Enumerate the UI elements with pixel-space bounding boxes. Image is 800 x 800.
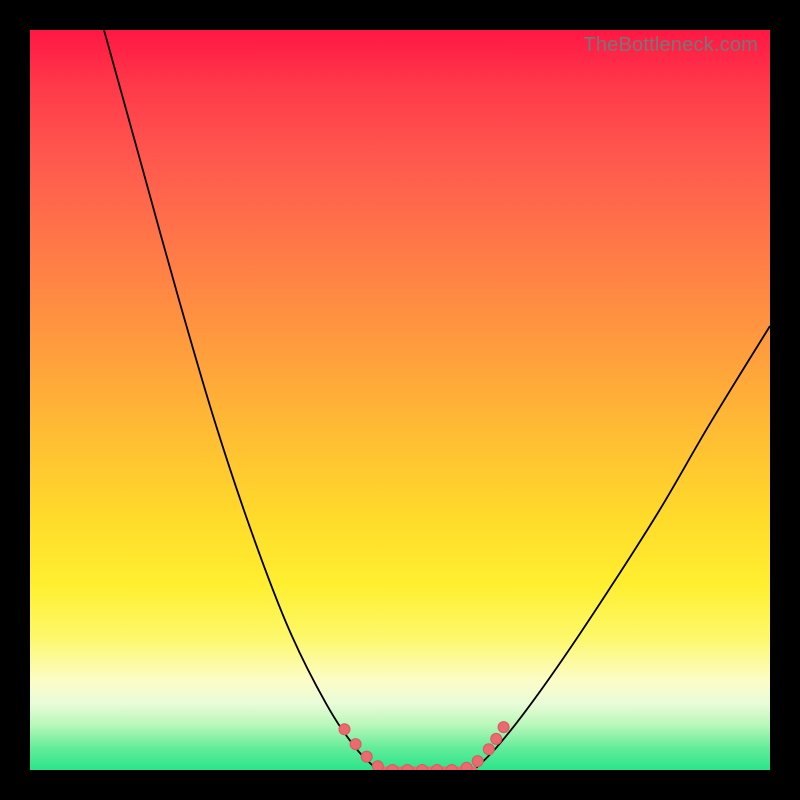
chart-svg [30, 30, 770, 770]
valley-marker [432, 765, 443, 771]
valley-markers [339, 722, 509, 770]
valley-marker [491, 733, 502, 744]
valley-marker [472, 756, 483, 767]
valley-marker [483, 744, 494, 755]
valley-marker [350, 739, 361, 750]
valley-marker [498, 722, 509, 733]
valley-marker [372, 761, 383, 770]
valley-marker [417, 765, 428, 771]
valley-marker [446, 765, 457, 771]
valley-marker [339, 724, 350, 735]
right-curve [474, 326, 770, 770]
valley-marker [361, 751, 372, 762]
left-curve [104, 30, 378, 770]
valley-marker [387, 765, 398, 771]
valley-marker [402, 765, 413, 771]
valley-marker [461, 762, 472, 770]
plot-area: TheBottleneck.com [30, 30, 770, 770]
chart-frame: TheBottleneck.com [0, 0, 800, 800]
